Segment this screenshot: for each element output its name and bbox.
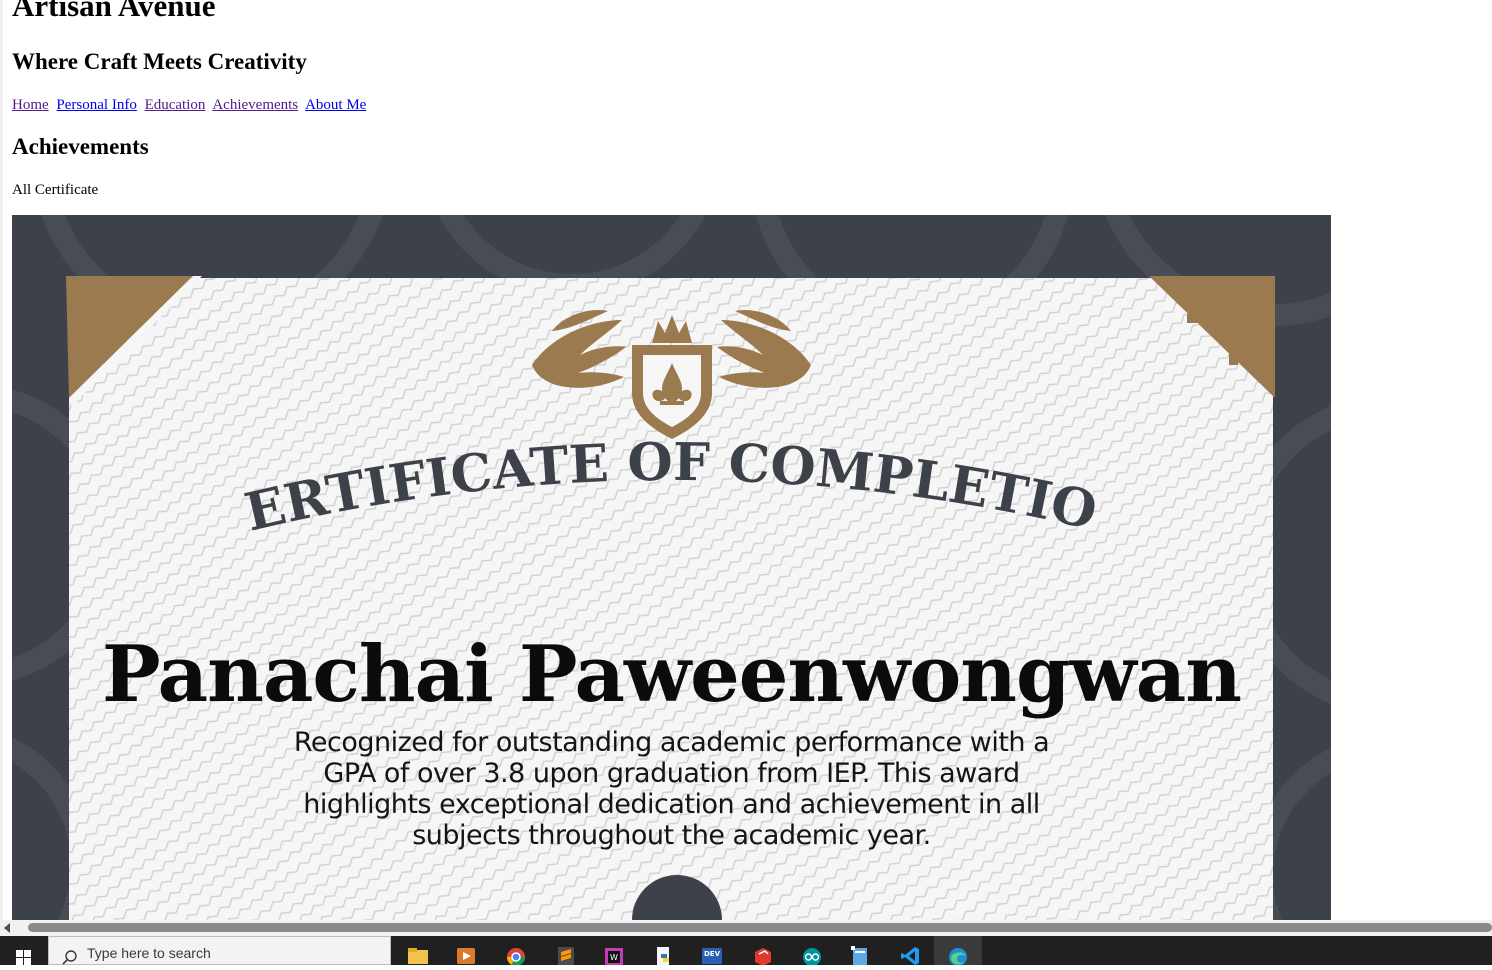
vscode-icon [901,947,919,965]
webstorm-icon: W [605,948,623,965]
taskbar-app-notepad[interactable] [836,936,884,965]
taskbar-app-edge[interactable] [934,936,982,965]
nav-link-education[interactable]: Education [145,97,206,113]
window-edge [0,0,3,936]
taskbar-app-file-explorer[interactable] [394,936,442,965]
nav-link-achievements[interactable]: Achievements [212,97,298,113]
notepad-icon [851,946,867,965]
search-input[interactable] [87,945,377,961]
taskbar-app-arduino[interactable] [788,936,836,965]
search-icon [62,950,77,965]
certificate-image: CERTIFICATE OF COMPLETION Panachai Pawee… [12,215,1331,920]
start-button[interactable] [0,936,48,965]
recipient-name: Panachai Paweenwongwan [102,629,1242,720]
windows-taskbar: W DEV [0,936,1492,965]
windows-logo-icon [16,950,31,965]
browser-viewport: Artisan Avenue Where Craft Meets Creativ… [0,0,1492,936]
sketchup-icon [755,948,771,965]
section-title: Achievements [12,134,149,159]
main-nav: Home Personal Info Education Achievement… [12,95,370,115]
certificate-description: Recognized for outstanding academic perf… [293,727,1050,851]
file-explorer-icon [408,948,428,964]
media-player-icon [457,948,475,964]
python-icon [657,947,669,965]
horizontal-scrollbar[interactable] [0,920,1492,936]
site-title: Artisan Avenue [12,0,216,23]
scrollbar-thumb[interactable] [28,923,1492,932]
taskbar-app-sketchup[interactable] [738,936,786,965]
taskbar-app-dev-cpp[interactable]: DEV [688,936,736,965]
site-tagline: Where Craft Meets Creativity [12,49,307,74]
section-subtitle: All Certificate [12,182,99,198]
arduino-icon [803,948,821,965]
taskbar-app-webstorm[interactable]: W [590,936,638,965]
taskbar-app-sublime[interactable] [542,936,590,965]
nav-link-home[interactable]: Home [12,97,49,113]
dev-cpp-icon: DEV [702,948,722,964]
taskbar-app-media-player[interactable] [442,936,490,965]
edge-icon [949,948,967,965]
svg-text:W: W [610,953,618,962]
taskbar-app-vscode[interactable] [886,936,934,965]
taskbar-app-python[interactable] [640,936,688,965]
taskbar-app-chrome[interactable] [492,936,540,965]
chrome-icon [507,948,525,965]
taskbar-search[interactable] [48,936,391,965]
sublime-text-icon [558,947,574,965]
nav-link-personal-info[interactable]: Personal Info [56,97,136,113]
nav-link-about-me[interactable]: About Me [305,97,366,113]
svg-text:DEV: DEV [704,950,721,958]
scroll-left-arrow-icon[interactable] [4,923,10,933]
